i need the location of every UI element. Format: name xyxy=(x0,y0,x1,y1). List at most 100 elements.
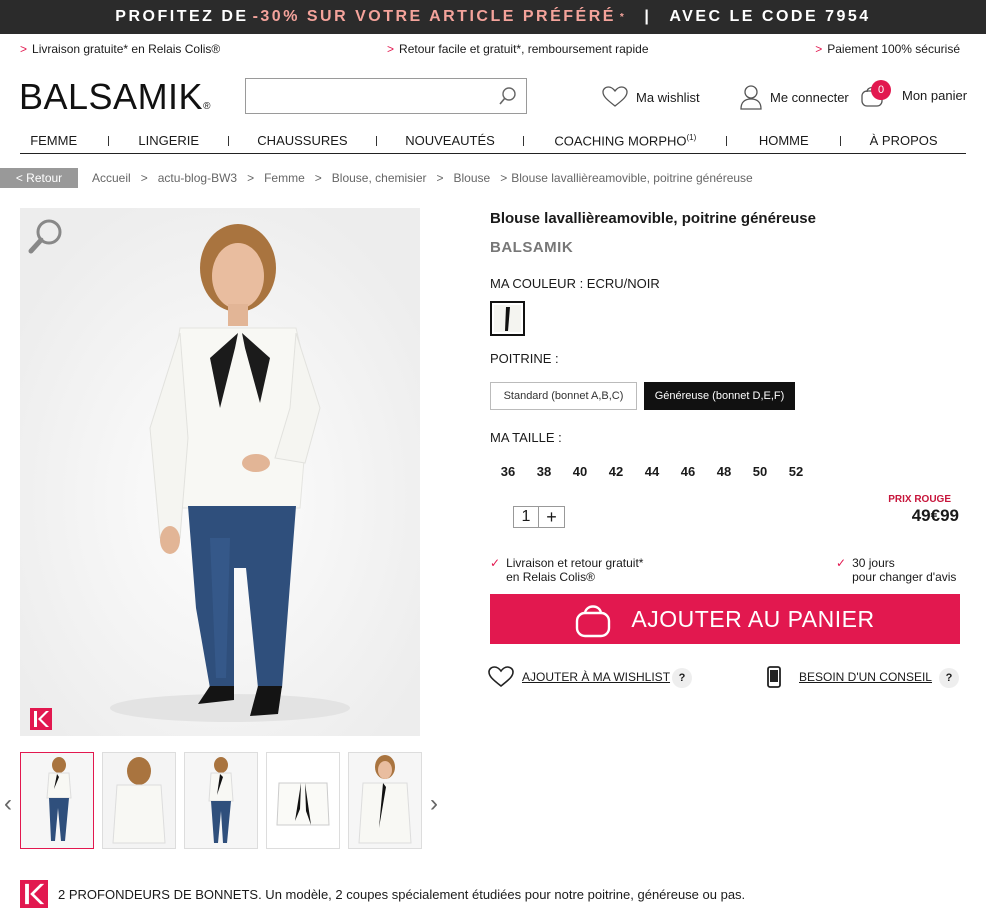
size-option[interactable]: 52 xyxy=(778,464,814,479)
price-value: 49€99 xyxy=(911,506,959,525)
info-return-label: Retour facile et gratuit*, remboursement… xyxy=(399,42,649,56)
crumb-blog[interactable]: actu-blog-BW3 xyxy=(158,171,237,185)
promo-code: AVEC LE CODE 7954 xyxy=(669,8,871,25)
logo-text: BALSAMIK xyxy=(19,76,204,117)
advice-help-button[interactable]: ? xyxy=(939,668,959,688)
main-nav: FEMME LINGERIE CHAUSSURES NOUVEAUTÉS COA… xyxy=(20,128,966,154)
price-label: PRIX ROUGE xyxy=(888,494,951,505)
size-option[interactable]: 40 xyxy=(562,464,598,479)
wishlist-label: Ma wishlist xyxy=(636,89,700,105)
nav-coaching-morpho[interactable]: COACHING MORPHO(1) xyxy=(524,133,726,148)
gallery-next-arrow-icon[interactable]: › xyxy=(430,790,438,818)
wishlist-help-button[interactable]: ? xyxy=(672,668,692,688)
nav-nouveautes[interactable]: NOUVEAUTÉS xyxy=(377,133,524,148)
bonnet-depth-text: 2 PROFONDEURS DE BONNETS. Un modèle, 2 c… xyxy=(58,886,746,902)
size-option[interactable]: 36 xyxy=(490,464,526,479)
cart-label: Mon panier xyxy=(902,87,968,103)
brand-k-logo-icon xyxy=(20,880,48,908)
bonnet-depth-note: 2 PROFONDEURS DE BONNETS. Un modèle, 2 c… xyxy=(20,880,745,908)
color-swatch-ecru-noir[interactable] xyxy=(490,301,525,336)
add-to-wishlist-link[interactable]: AJOUTER À MA WISHLIST xyxy=(488,666,670,688)
bust-option-genereuse[interactable]: Généreuse (bonnet D,E,F) xyxy=(644,382,795,410)
login-link[interactable]: Me connecter xyxy=(740,84,849,110)
site-header: BALSAMIK® Ma wishlist Me connecter Mon p… xyxy=(0,62,986,126)
add-to-cart-label: AJOUTER AU PANIER xyxy=(631,605,875,632)
promo-separator: | xyxy=(644,8,652,25)
advice-label: BESOIN D'UN CONSEIL xyxy=(799,670,932,684)
cart-count-badge: 0 xyxy=(871,80,891,100)
crumb-femme[interactable]: Femme xyxy=(264,171,305,185)
logo-reg: ® xyxy=(203,101,211,112)
size-selector: 36 38 40 42 44 46 48 50 52 xyxy=(490,464,814,479)
thumbnail-gallery xyxy=(20,752,430,849)
delivery-text: Livraison et retour gratuit* en Relais Co… xyxy=(506,556,643,584)
login-label: Me connecter xyxy=(770,89,849,105)
nav-lingerie[interactable]: LINGERIE xyxy=(109,133,228,148)
delivery-line-1: Livraison et retour gratuit* xyxy=(506,556,644,570)
nav-femme[interactable]: FEMME xyxy=(20,133,87,148)
size-option[interactable]: 50 xyxy=(742,464,778,479)
size-option[interactable]: 42 xyxy=(598,464,634,479)
quantity-plus-button[interactable]: + xyxy=(539,506,565,528)
bust-option-standard[interactable]: Standard (bonnet A,B,C) xyxy=(490,382,637,410)
info-delivery[interactable]: > Livraison gratuite* en Relais Colis® xyxy=(20,42,220,56)
info-payment[interactable]: > Paiement 100% sécurisé xyxy=(815,42,960,56)
nav-coaching-label: COACHING MORPHO xyxy=(554,133,687,149)
info-bar: > Livraison gratuite* en Relais Colis® > R… xyxy=(0,38,986,60)
search-icon[interactable] xyxy=(499,87,517,110)
info-payment-label: Paiement 100% sécurisé xyxy=(827,42,960,56)
product-brand[interactable]: BALSAMIK xyxy=(490,239,573,256)
check-icon: ✓ xyxy=(836,556,847,570)
check-icon: ✓ xyxy=(490,556,501,570)
nav-coaching-sup: (1) xyxy=(686,132,697,142)
gallery-prev-arrow-icon[interactable]: ‹ xyxy=(4,790,12,818)
crumb-separator: > xyxy=(247,171,255,185)
thumbnail-5[interactable] xyxy=(348,752,422,849)
returns-line-1: 30 jours xyxy=(852,556,895,570)
info-delivery-label: Livraison gratuite* en Relais Colis® xyxy=(32,42,221,56)
size-label: MA TAILLE : xyxy=(490,430,562,445)
delivery-info: ✓ Livraison et retour gratuit* en Relais … xyxy=(490,556,643,584)
crumb-blouse[interactable]: Blouse xyxy=(454,171,491,185)
thumbnail-3[interactable] xyxy=(184,752,258,849)
thumbnail-2[interactable] xyxy=(102,752,176,849)
advice-link[interactable]: BESOIN D'UN CONSEIL xyxy=(767,666,932,688)
promo-banner[interactable]: PROFITEZ DE -30% SUR VOTRE ARTICLE PRÉFÉ… xyxy=(0,0,986,34)
shopping-bag-icon xyxy=(576,605,611,638)
brand-k-logo-icon xyxy=(30,708,52,730)
nav-homme[interactable]: HOMME xyxy=(727,133,840,148)
heart-icon xyxy=(488,666,514,688)
delivery-line-2: en Relais Colis® xyxy=(506,570,595,584)
user-icon xyxy=(740,85,762,110)
site-logo[interactable]: BALSAMIK® xyxy=(19,76,211,118)
product-title: Blouse lavallièreamovible, poitrine géné… xyxy=(490,210,816,227)
thumbnail-4[interactable] xyxy=(266,752,340,849)
crumb-current: Blouse lavallièreamovible, poitrine géné… xyxy=(511,171,753,185)
back-button[interactable]: < Retour xyxy=(0,168,78,188)
nav-a-propos[interactable]: À PROPOS xyxy=(841,133,966,148)
model-photo xyxy=(20,208,420,736)
thumbnail-1[interactable] xyxy=(20,752,94,849)
crumb-separator: > xyxy=(436,171,444,185)
promo-text-1: PROFITEZ DE xyxy=(115,8,249,25)
size-option[interactable]: 48 xyxy=(706,464,742,479)
chevron-right-icon: > xyxy=(387,42,395,56)
color-label: MA COULEUR : ECRU/NOIR xyxy=(490,276,660,291)
zoom-icon[interactable] xyxy=(28,218,64,259)
size-option[interactable]: 46 xyxy=(670,464,706,479)
size-option[interactable]: 38 xyxy=(526,464,562,479)
product-main-image[interactable] xyxy=(20,208,420,736)
nav-chaussures[interactable]: CHAUSSURES xyxy=(229,133,376,148)
crumb-accueil[interactable]: Accueil xyxy=(92,171,131,185)
quantity-stepper: 1 + xyxy=(513,506,565,528)
info-return[interactable]: > Retour facile et gratuit*, remboursemen… xyxy=(387,42,648,56)
promo-star: * xyxy=(619,11,627,23)
wishlist-link[interactable]: Ma wishlist xyxy=(602,86,700,108)
quantity-value[interactable]: 1 xyxy=(513,506,539,528)
search-box xyxy=(245,78,527,114)
crumb-blouse-chemisier[interactable]: Blouse, chemisier xyxy=(332,171,427,185)
search-input[interactable] xyxy=(246,79,486,113)
add-to-cart-button[interactable]: AJOUTER AU PANIER xyxy=(490,594,960,644)
size-option[interactable]: 44 xyxy=(634,464,670,479)
bust-label: POITRINE : xyxy=(490,351,559,366)
